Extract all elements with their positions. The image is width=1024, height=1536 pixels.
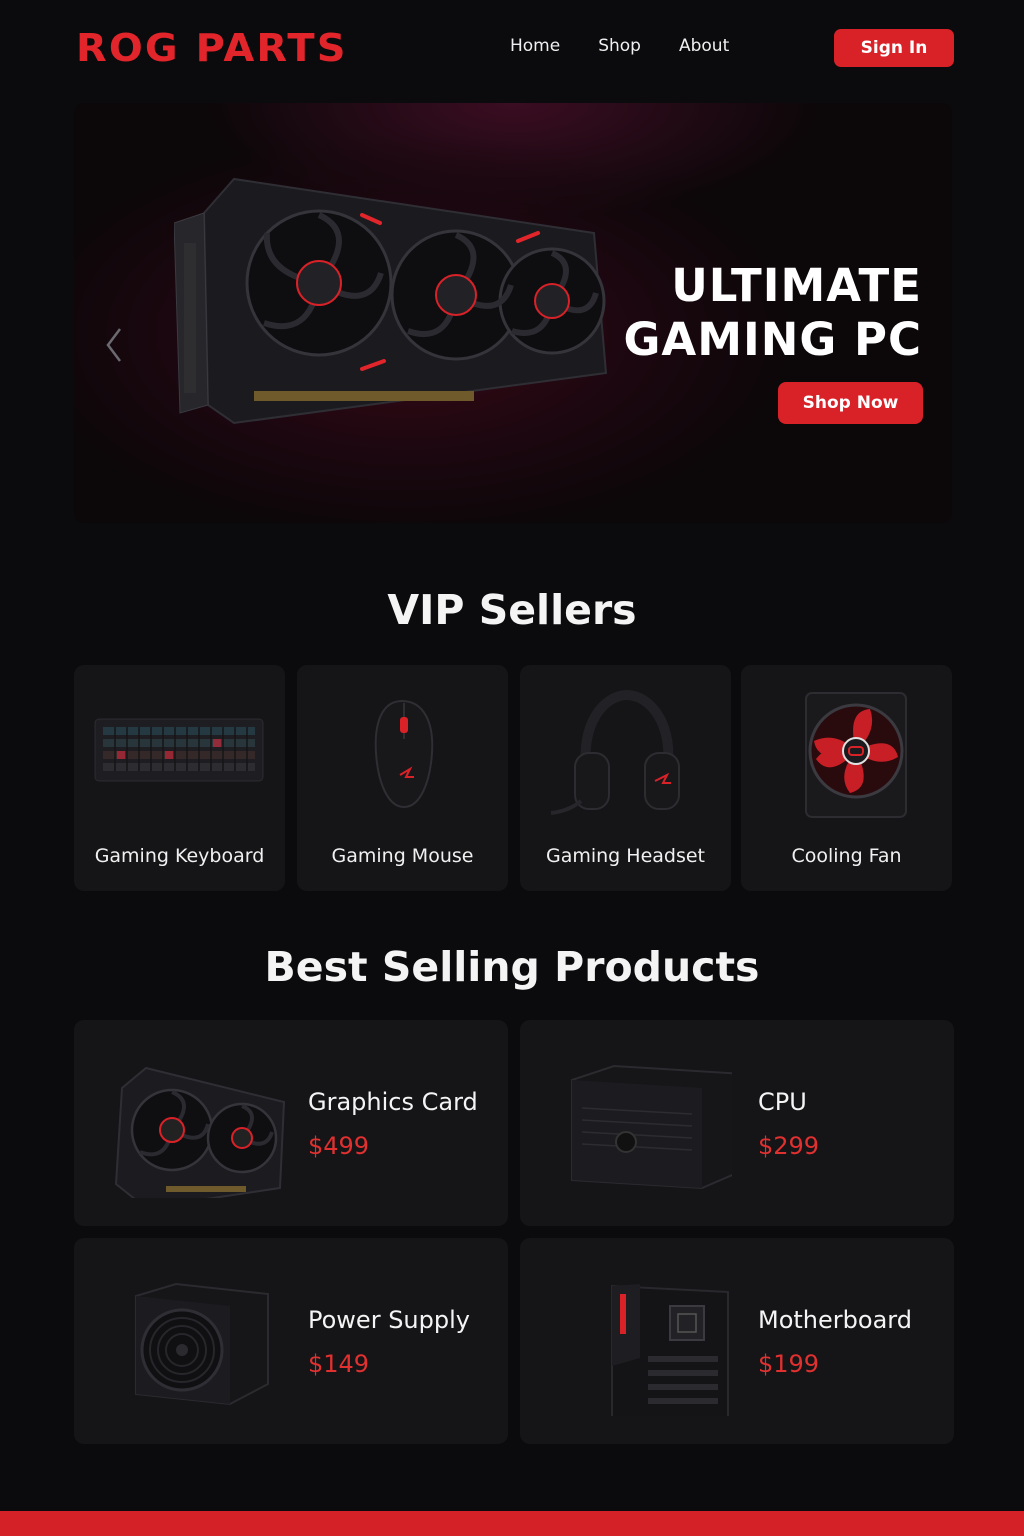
fan-icon: [805, 692, 907, 818]
product-price: $299: [758, 1132, 820, 1160]
product-card-motherboard[interactable]: Motherboard $199: [520, 1238, 954, 1444]
sign-in-button[interactable]: Sign In: [834, 29, 954, 67]
best-selling-title: Best Selling Products: [264, 943, 760, 991]
hero-title-line2: GAMING PC: [623, 313, 922, 366]
product-name: Motherboard: [758, 1306, 912, 1334]
page: ROG PARTS Home Shop About Sign In ULTIMA…: [0, 0, 1024, 1536]
nav-home-link[interactable]: Home: [510, 36, 560, 56]
vip-card-keyboard[interactable]: Gaming Keyboard: [74, 665, 285, 891]
product-card-graphics-card[interactable]: Graphics Card $499: [74, 1020, 508, 1226]
site-header: ROG PARTS Home Shop About Sign In: [0, 0, 1024, 96]
hero-banner: ULTIMATE GAMING PC Shop Now: [74, 103, 952, 523]
vip-sellers-title: VIP Sellers: [387, 586, 637, 634]
graphics-card-icon: [114, 1066, 286, 1198]
vip-card-label: Gaming Keyboard: [94, 845, 265, 867]
keyboard-icon: [94, 718, 264, 782]
product-price: $499: [308, 1132, 370, 1160]
main-nav: Home Shop About: [510, 36, 767, 56]
product-price: $199: [758, 1350, 820, 1378]
product-name: Power Supply: [308, 1306, 470, 1334]
product-card-power-supply[interactable]: Power Supply $149: [74, 1238, 508, 1444]
vip-card-headset[interactable]: Gaming Headset: [520, 665, 731, 891]
brand-logo[interactable]: ROG PARTS: [76, 26, 348, 70]
shop-now-button[interactable]: Shop Now: [778, 382, 923, 424]
product-card-cpu[interactable]: CPU $299: [520, 1020, 954, 1226]
graphics-card-hero-image: [174, 177, 608, 425]
chevron-left-icon[interactable]: [102, 325, 126, 365]
vip-card-mouse[interactable]: Gaming Mouse: [297, 665, 508, 891]
cpu-icon: [571, 1064, 732, 1190]
vip-card-label: Gaming Mouse: [331, 845, 474, 867]
vip-card-label: Gaming Headset: [545, 845, 705, 867]
headset-icon: [550, 689, 680, 815]
product-price: $149: [308, 1350, 370, 1378]
vip-card-label: Cooling Fan: [791, 845, 902, 867]
mouse-icon: [374, 699, 434, 809]
product-name: CPU: [758, 1088, 807, 1116]
motherboard-icon: [611, 1284, 729, 1416]
vip-card-cooling-fan[interactable]: Cooling Fan: [741, 665, 952, 891]
hero-title-line1: ULTIMATE: [671, 259, 922, 312]
product-name: Graphics Card: [308, 1088, 478, 1116]
nav-shop-link[interactable]: Shop: [598, 36, 641, 56]
nav-about-link[interactable]: About: [679, 36, 729, 56]
footer-accent-bar: [0, 1511, 1024, 1536]
hero-title: ULTIMATE GAMING PC: [602, 259, 922, 367]
power-supply-icon: [135, 1282, 269, 1406]
